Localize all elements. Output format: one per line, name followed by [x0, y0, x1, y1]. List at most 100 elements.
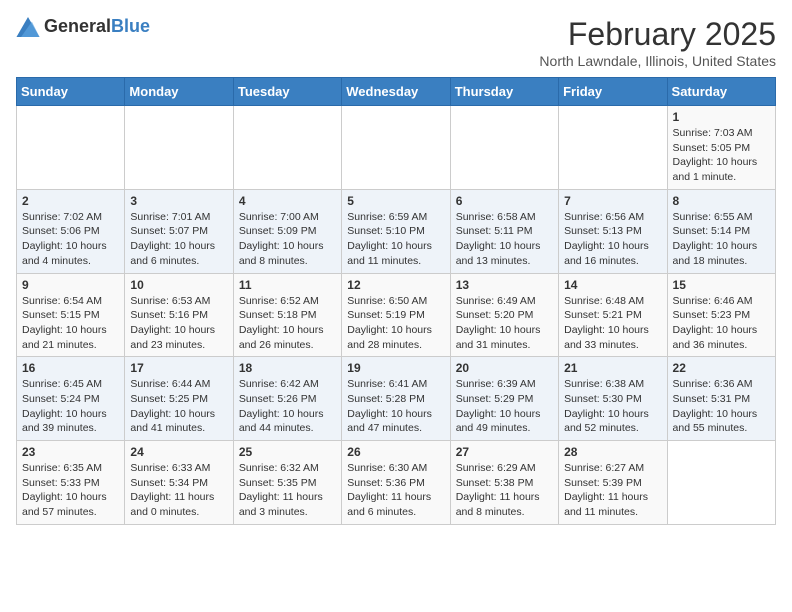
calendar-table: SundayMondayTuesdayWednesdayThursdayFrid… [16, 77, 776, 525]
day-info: Sunrise: 6:27 AM Sunset: 5:39 PM Dayligh… [564, 461, 661, 520]
day-number: 11 [239, 278, 336, 292]
calendar-cell [17, 106, 125, 190]
day-number: 7 [564, 194, 661, 208]
calendar-cell: 22 Sunrise: 6:36 AM Sunset: 5:31 PM Dayli… [667, 357, 775, 441]
day-number: 2 [22, 194, 119, 208]
day-info: Sunrise: 6:36 AM Sunset: 5:31 PM Dayligh… [673, 377, 770, 436]
calendar-header-row: SundayMondayTuesdayWednesdayThursdayFrid… [17, 78, 776, 106]
day-info: Sunrise: 6:38 AM Sunset: 5:30 PM Dayligh… [564, 377, 661, 436]
day-number: 25 [239, 445, 336, 459]
day-number: 20 [456, 361, 553, 375]
calendar-week-2: 2 Sunrise: 7:02 AM Sunset: 5:06 PM Daylig… [17, 189, 776, 273]
day-number: 14 [564, 278, 661, 292]
calendar-cell: 8 Sunrise: 6:55 AM Sunset: 5:14 PM Daylig… [667, 189, 775, 273]
day-info: Sunrise: 7:00 AM Sunset: 5:09 PM Dayligh… [239, 210, 336, 269]
calendar-cell: 15 Sunrise: 6:46 AM Sunset: 5:23 PM Dayli… [667, 273, 775, 357]
calendar-cell [125, 106, 233, 190]
calendar-cell [233, 106, 341, 190]
calendar-cell: 12Sunrise: 6:50 AM Sunset: 5:19 PM Dayli… [342, 273, 450, 357]
day-number: 17 [130, 361, 227, 375]
day-number: 10 [130, 278, 227, 292]
day-number: 23 [22, 445, 119, 459]
calendar-cell: 14Sunrise: 6:48 AM Sunset: 5:21 PM Dayli… [559, 273, 667, 357]
calendar-week-5: 23Sunrise: 6:35 AM Sunset: 5:33 PM Dayli… [17, 441, 776, 525]
day-info: Sunrise: 6:46 AM Sunset: 5:23 PM Dayligh… [673, 294, 770, 353]
day-number: 4 [239, 194, 336, 208]
header-saturday: Saturday [667, 78, 775, 106]
day-number: 5 [347, 194, 444, 208]
calendar-cell: 17 Sunrise: 6:44 AM Sunset: 5:25 PM Dayli… [125, 357, 233, 441]
day-info: Sunrise: 6:55 AM Sunset: 5:14 PM Dayligh… [673, 210, 770, 269]
calendar-cell: 5 Sunrise: 6:59 AM Sunset: 5:10 PM Daylig… [342, 189, 450, 273]
calendar-cell: 26Sunrise: 6:30 AM Sunset: 5:36 PM Dayli… [342, 441, 450, 525]
day-info: Sunrise: 7:02 AM Sunset: 5:06 PM Dayligh… [22, 210, 119, 269]
calendar-cell: 20 Sunrise: 6:39 AM Sunset: 5:29 PM Dayli… [450, 357, 558, 441]
calendar-cell: 6 Sunrise: 6:58 AM Sunset: 5:11 PM Daylig… [450, 189, 558, 273]
page-header: GeneralBlue February 2025 North Lawndale… [16, 16, 776, 69]
day-info: Sunrise: 6:53 AM Sunset: 5:16 PM Dayligh… [130, 294, 227, 353]
calendar-cell: 7 Sunrise: 6:56 AM Sunset: 5:13 PM Daylig… [559, 189, 667, 273]
calendar-cell: 21 Sunrise: 6:38 AM Sunset: 5:30 PM Dayli… [559, 357, 667, 441]
header-friday: Friday [559, 78, 667, 106]
day-number: 19 [347, 361, 444, 375]
header-thursday: Thursday [450, 78, 558, 106]
header-sunday: Sunday [17, 78, 125, 106]
calendar-cell [450, 106, 558, 190]
calendar-cell: 27 Sunrise: 6:29 AM Sunset: 5:38 PM Dayli… [450, 441, 558, 525]
day-info: Sunrise: 7:03 AM Sunset: 5:05 PM Dayligh… [673, 126, 770, 185]
logo-icon [16, 17, 40, 37]
day-info: Sunrise: 7:01 AM Sunset: 5:07 PM Dayligh… [130, 210, 227, 269]
location-title: North Lawndale, Illinois, United States [539, 53, 776, 69]
day-number: 13 [456, 278, 553, 292]
day-number: 16 [22, 361, 119, 375]
calendar-cell: 3 Sunrise: 7:01 AM Sunset: 5:07 PM Daylig… [125, 189, 233, 273]
day-number: 18 [239, 361, 336, 375]
calendar-cell [342, 106, 450, 190]
day-info: Sunrise: 6:41 AM Sunset: 5:28 PM Dayligh… [347, 377, 444, 436]
header-monday: Monday [125, 78, 233, 106]
day-info: Sunrise: 6:49 AM Sunset: 5:20 PM Dayligh… [456, 294, 553, 353]
calendar-week-4: 16 Sunrise: 6:45 AM Sunset: 5:24 PM Dayli… [17, 357, 776, 441]
title-block: February 2025 North Lawndale, Illinois, … [539, 16, 776, 69]
header-tuesday: Tuesday [233, 78, 341, 106]
day-info: Sunrise: 6:59 AM Sunset: 5:10 PM Dayligh… [347, 210, 444, 269]
header-wednesday: Wednesday [342, 78, 450, 106]
calendar-cell: 9 Sunrise: 6:54 AM Sunset: 5:15 PM Daylig… [17, 273, 125, 357]
day-info: Sunrise: 6:42 AM Sunset: 5:26 PM Dayligh… [239, 377, 336, 436]
day-info: Sunrise: 6:54 AM Sunset: 5:15 PM Dayligh… [22, 294, 119, 353]
calendar-cell: 1 Sunrise: 7:03 AM Sunset: 5:05 PM Daylig… [667, 106, 775, 190]
calendar-cell: 11 Sunrise: 6:52 AM Sunset: 5:18 PM Dayli… [233, 273, 341, 357]
day-number: 8 [673, 194, 770, 208]
day-info: Sunrise: 6:56 AM Sunset: 5:13 PM Dayligh… [564, 210, 661, 269]
calendar-cell: 24 Sunrise: 6:33 AM Sunset: 5:34 PM Dayli… [125, 441, 233, 525]
calendar-cell: 16 Sunrise: 6:45 AM Sunset: 5:24 PM Dayli… [17, 357, 125, 441]
month-title: February 2025 [539, 16, 776, 53]
day-number: 21 [564, 361, 661, 375]
calendar-cell: 2 Sunrise: 7:02 AM Sunset: 5:06 PM Daylig… [17, 189, 125, 273]
day-info: Sunrise: 6:39 AM Sunset: 5:29 PM Dayligh… [456, 377, 553, 436]
day-number: 22 [673, 361, 770, 375]
day-number: 24 [130, 445, 227, 459]
day-number: 15 [673, 278, 770, 292]
calendar-cell: 19 Sunrise: 6:41 AM Sunset: 5:28 PM Dayli… [342, 357, 450, 441]
calendar-week-3: 9 Sunrise: 6:54 AM Sunset: 5:15 PM Daylig… [17, 273, 776, 357]
day-info: Sunrise: 6:44 AM Sunset: 5:25 PM Dayligh… [130, 377, 227, 436]
day-info: Sunrise: 6:32 AM Sunset: 5:35 PM Dayligh… [239, 461, 336, 520]
day-info: Sunrise: 6:52 AM Sunset: 5:18 PM Dayligh… [239, 294, 336, 353]
calendar-cell: 18 Sunrise: 6:42 AM Sunset: 5:26 PM Dayli… [233, 357, 341, 441]
calendar-cell: 25 Sunrise: 6:32 AM Sunset: 5:35 PM Dayli… [233, 441, 341, 525]
day-info: Sunrise: 6:29 AM Sunset: 5:38 PM Dayligh… [456, 461, 553, 520]
day-number: 1 [673, 110, 770, 124]
day-number: 27 [456, 445, 553, 459]
calendar-cell: 4 Sunrise: 7:00 AM Sunset: 5:09 PM Daylig… [233, 189, 341, 273]
day-number: 3 [130, 194, 227, 208]
day-info: Sunrise: 6:33 AM Sunset: 5:34 PM Dayligh… [130, 461, 227, 520]
day-number: 9 [22, 278, 119, 292]
day-info: Sunrise: 6:45 AM Sunset: 5:24 PM Dayligh… [22, 377, 119, 436]
calendar-cell: 10 Sunrise: 6:53 AM Sunset: 5:16 PM Dayli… [125, 273, 233, 357]
day-number: 6 [456, 194, 553, 208]
calendar-cell [667, 441, 775, 525]
day-info: Sunrise: 6:58 AM Sunset: 5:11 PM Dayligh… [456, 210, 553, 269]
calendar-cell: 23Sunrise: 6:35 AM Sunset: 5:33 PM Dayli… [17, 441, 125, 525]
calendar-week-1: 1 Sunrise: 7:03 AM Sunset: 5:05 PM Daylig… [17, 106, 776, 190]
